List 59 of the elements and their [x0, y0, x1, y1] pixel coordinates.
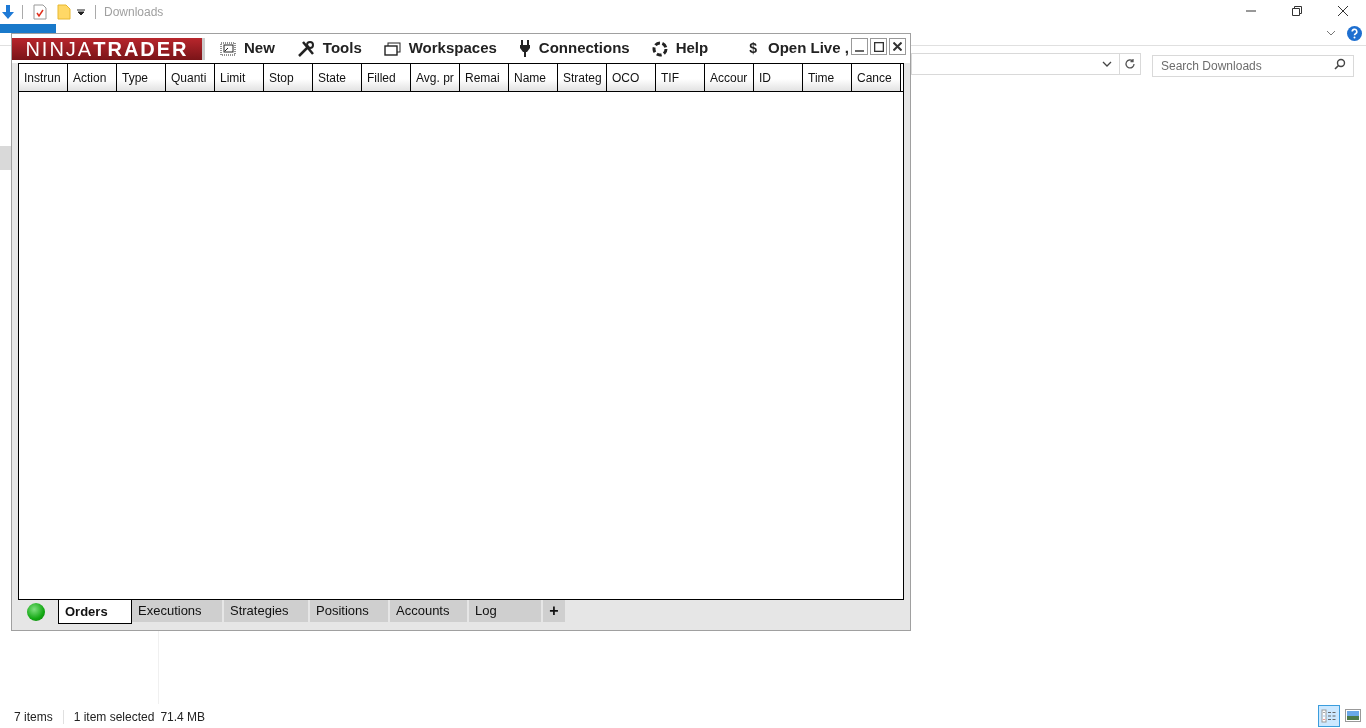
ninjatrader-logo: NINJATRADER: [12, 38, 205, 60]
new-window-icon: [220, 41, 236, 56]
tools-icon: [296, 39, 315, 58]
close-icon: [893, 42, 902, 51]
dropdown-caret-icon[interactable]: [77, 8, 85, 16]
column-header[interactable]: Name: [509, 64, 558, 91]
restore-button[interactable]: [1291, 5, 1303, 17]
tab[interactable]: Executions: [132, 600, 222, 622]
details-view-button[interactable]: [1318, 705, 1340, 727]
menu-item[interactable]: New: [220, 37, 275, 60]
checklist-document-icon[interactable]: [33, 4, 47, 20]
tab[interactable]: Positions: [310, 600, 388, 622]
tab[interactable]: Orders: [58, 600, 132, 624]
minimize-icon: [855, 49, 864, 52]
tab[interactable]: Accounts: [390, 600, 467, 622]
column-header[interactable]: Type: [117, 64, 166, 91]
column-header[interactable]: Quanti: [166, 64, 215, 91]
dropdown-chevron-icon[interactable]: [1102, 61, 1112, 67]
status-selection: 1 item selected: [73, 709, 155, 726]
column-header[interactable]: TIF: [656, 64, 705, 91]
column-header[interactable]: State: [313, 64, 362, 91]
column-header[interactable]: Strateg: [558, 64, 607, 91]
add-tab-button[interactable]: +: [543, 600, 565, 622]
tab[interactable]: Log: [469, 600, 541, 622]
maximize-icon: [873, 41, 884, 52]
close-button[interactable]: [1337, 5, 1349, 17]
column-header[interactable]: Stop: [264, 64, 313, 91]
column-header[interactable]: Instrun: [19, 64, 68, 91]
menu-item[interactable]: Tools: [296, 37, 362, 60]
column-header[interactable]: OCO: [607, 64, 656, 91]
menu-item[interactable]: Open Live ,: [768, 37, 849, 60]
refresh-icon[interactable]: [1124, 58, 1136, 70]
minimize-button[interactable]: [851, 38, 868, 55]
window-title: Downloads: [104, 4, 164, 21]
column-header[interactable]: ID: [754, 64, 803, 91]
status-item-count: 7 items: [14, 709, 53, 726]
column-header[interactable]: Filled: [362, 64, 411, 91]
search-icon[interactable]: [1334, 58, 1346, 70]
help-icon[interactable]: [1347, 26, 1362, 41]
column-header[interactable]: Time: [803, 64, 852, 91]
column-header[interactable]: Cance: [852, 64, 901, 91]
menu-item[interactable]: Help: [651, 37, 709, 60]
search-field[interactable]: Search Downloads: [1152, 55, 1354, 77]
column-header[interactable]: Avg. pr: [411, 64, 460, 91]
close-button[interactable]: [889, 38, 906, 55]
column-header[interactable]: Limit: [215, 64, 264, 91]
windows-icon: [383, 41, 401, 56]
plug-icon: [518, 40, 531, 57]
tab[interactable]: Strategies: [224, 600, 308, 622]
dollar-icon[interactable]: $: [749, 38, 757, 59]
menu-item[interactable]: Connections: [518, 37, 630, 60]
expand-ribbon-icon[interactable]: [1326, 30, 1336, 36]
menu-item[interactable]: Workspaces: [383, 37, 497, 60]
download-arrow-icon[interactable]: [0, 4, 16, 20]
column-header[interactable]: Accour: [705, 64, 754, 91]
column-header[interactable]: Remai: [460, 64, 509, 91]
maximize-button[interactable]: [870, 38, 887, 55]
column-header[interactable]: Action: [68, 64, 117, 91]
status-size: 71.4 MB: [160, 709, 206, 726]
